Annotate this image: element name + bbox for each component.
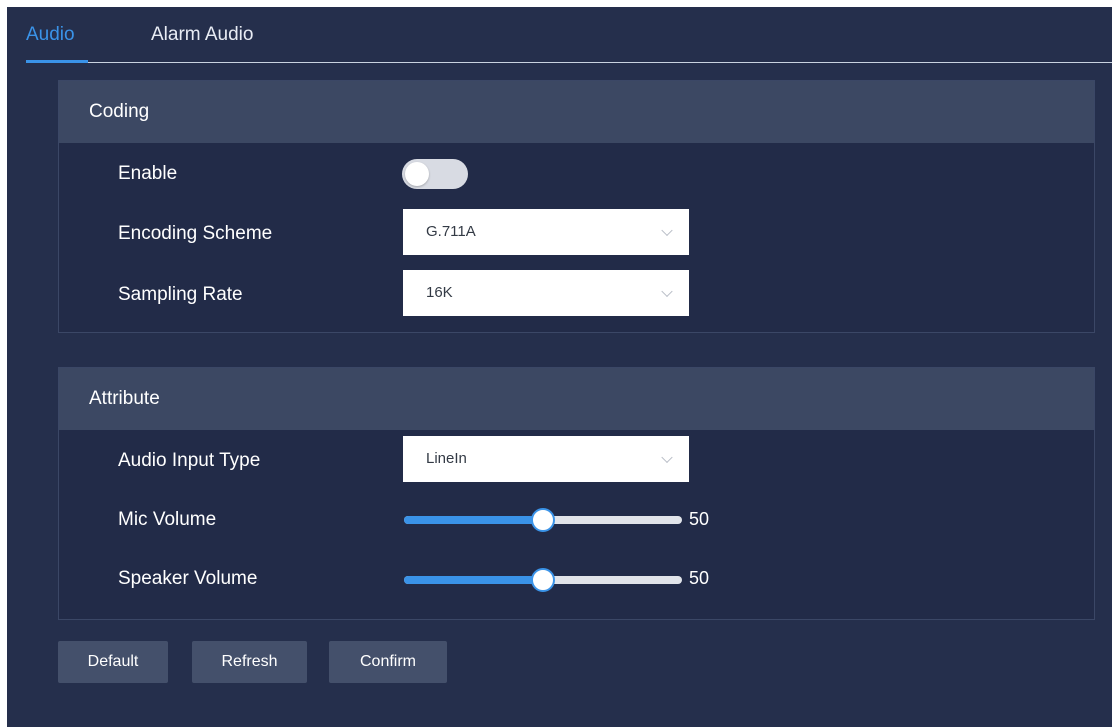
active-tab-indicator: [26, 60, 88, 63]
toggle-knob: [405, 162, 429, 186]
attribute-panel: Attribute Audio Input Type LineIn Mic Vo…: [58, 367, 1095, 620]
encoding-scheme-select[interactable]: G.711A: [403, 209, 689, 255]
mic-volume-value: 50: [689, 509, 710, 529]
tab-audio[interactable]: Audio: [26, 24, 75, 46]
mic-volume-slider[interactable]: [404, 508, 682, 532]
encoding-scheme-value: G.711A: [426, 223, 476, 240]
tab-alarm-audio[interactable]: Alarm Audio: [151, 24, 253, 46]
audio-input-type-select[interactable]: LineIn: [403, 436, 689, 482]
chevron-down-icon: [661, 451, 673, 464]
default-button[interactable]: Default: [58, 641, 168, 683]
audio-input-type-label: Audio Input Type: [118, 450, 261, 471]
speaker-volume-label: Speaker Volume: [118, 568, 258, 589]
coding-panel-title: Coding: [59, 81, 1094, 143]
enable-label: Enable: [118, 163, 178, 184]
slider-handle[interactable]: [531, 508, 555, 532]
slider-fill: [404, 516, 543, 524]
encoding-scheme-label: Encoding Scheme: [118, 223, 273, 244]
sampling-rate-select[interactable]: 16K: [403, 270, 689, 316]
speaker-volume-slider[interactable]: [404, 568, 682, 592]
confirm-button[interactable]: Confirm: [329, 641, 447, 683]
audio-settings-page: Audio Alarm Audio Coding Enable Encoding…: [7, 7, 1112, 727]
coding-panel: Coding Enable Encoding Scheme G.711A Sam…: [58, 80, 1095, 333]
speaker-volume-value: 50: [689, 568, 710, 588]
attribute-panel-title: Attribute: [59, 368, 1094, 430]
enable-toggle[interactable]: [402, 159, 468, 189]
sampling-rate-value: 16K: [426, 284, 453, 301]
mic-volume-label: Mic Volume: [118, 509, 217, 530]
chevron-down-icon: [661, 224, 673, 237]
audio-input-type-value: LineIn: [426, 450, 467, 467]
tab-divider: [88, 62, 1112, 63]
slider-fill: [404, 576, 543, 584]
slider-handle[interactable]: [531, 568, 555, 592]
chevron-down-icon: [661, 285, 673, 298]
sampling-rate-label: Sampling Rate: [118, 284, 243, 305]
refresh-button[interactable]: Refresh: [192, 641, 307, 683]
